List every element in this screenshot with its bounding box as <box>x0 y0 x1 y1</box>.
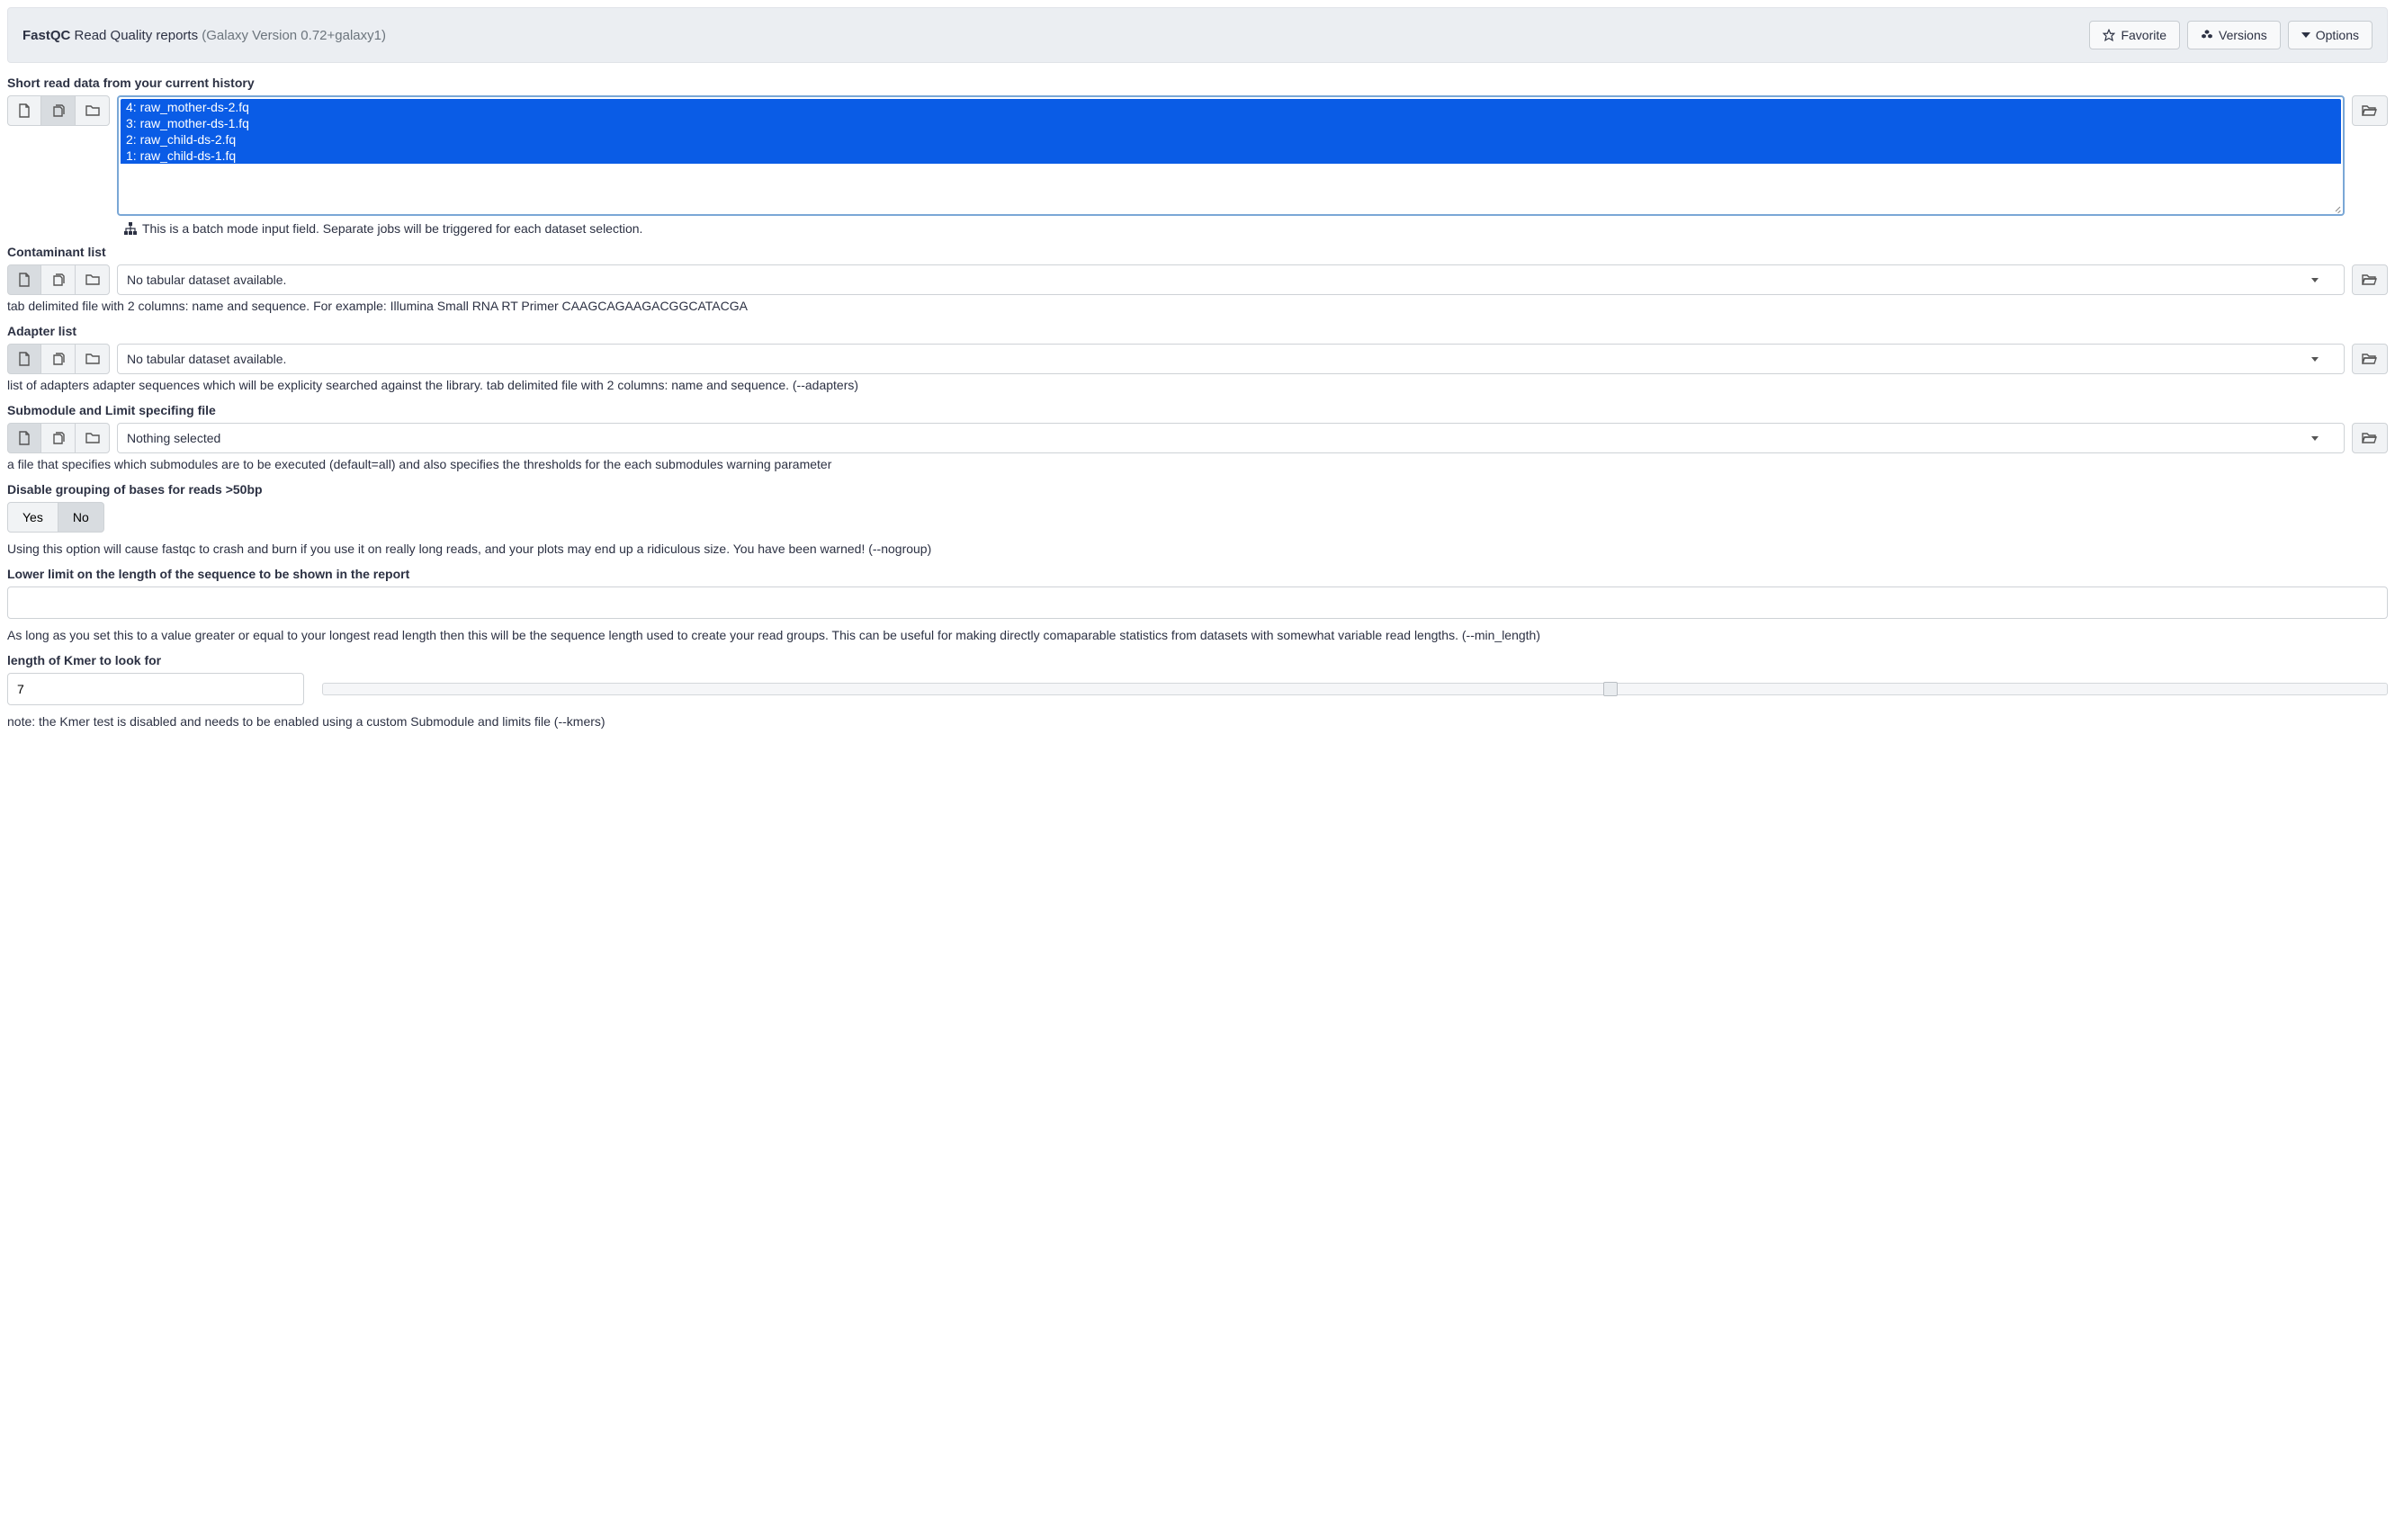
tool-title: FastQC Read Quality reports (Galaxy Vers… <box>22 28 386 43</box>
tool-version: (Galaxy Version 0.72+galaxy1) <box>202 28 386 43</box>
folder-open-icon <box>2362 104 2378 117</box>
submodule-source-toggle <box>7 423 110 453</box>
param-min-length: Lower limit on the length of the sequenc… <box>7 567 2388 642</box>
short-read-select[interactable]: 4: raw_mother-ds-2.fq3: raw_mother-ds-1.… <box>121 99 2341 212</box>
folder-icon <box>85 432 100 444</box>
kmer-slider[interactable] <box>322 683 2388 695</box>
batch-help-row: This is a batch mode input field. Separa… <box>124 221 2388 236</box>
param-adapter: Adapter list No tabular dataset availabl… <box>7 324 2388 392</box>
contaminant-select[interactable]: No tabular dataset available. <box>117 264 2345 295</box>
contaminant-value: No tabular dataset available. <box>127 273 286 287</box>
adapter-label: Adapter list <box>7 324 2388 338</box>
nogroup-toggle: Yes No <box>7 502 104 533</box>
kmer-label: length of Kmer to look for <box>7 653 2388 667</box>
caret-down-icon <box>2301 31 2310 40</box>
single-file-button[interactable] <box>7 95 41 126</box>
adapter-help: list of adapters adapter sequences which… <box>7 378 2388 392</box>
param-contaminant: Contaminant list No tabular dataset avai… <box>7 245 2388 313</box>
chevron-down-icon <box>2311 357 2319 362</box>
single-file-button[interactable] <box>7 344 41 374</box>
nogroup-label: Disable grouping of bases for reads >50b… <box>7 482 2388 497</box>
chevron-down-icon <box>2311 278 2319 282</box>
short-read-label: Short read data from your current histor… <box>7 76 2388 90</box>
batch-help-text: This is a batch mode input field. Separa… <box>142 221 642 236</box>
submodule-select[interactable]: Nothing selected <box>117 423 2345 453</box>
short-read-select-wrapper: 4: raw_mother-ds-2.fq3: raw_mother-ds-1.… <box>117 95 2345 216</box>
adapter-value: No tabular dataset available. <box>127 352 286 366</box>
min-length-input[interactable] <box>7 586 2388 619</box>
nogroup-help: Using this option will cause fastqc to c… <box>7 542 2388 556</box>
adapter-source-toggle <box>7 344 110 374</box>
folder-open-icon <box>2362 432 2378 444</box>
folder-icon <box>85 273 100 286</box>
tool-name: FastQC <box>22 28 70 43</box>
min-length-label: Lower limit on the length of the sequenc… <box>7 567 2388 581</box>
options-label: Options <box>2316 28 2359 42</box>
kmer-help: note: the Kmer test is disabled and need… <box>7 714 2388 729</box>
files-icon <box>51 352 66 366</box>
multi-file-button[interactable] <box>41 95 76 126</box>
star-icon <box>2103 29 2115 41</box>
tool-header: FastQC Read Quality reports (Galaxy Vers… <box>7 7 2388 63</box>
multi-file-button[interactable] <box>41 264 76 295</box>
min-length-help: As long as you set this to a value great… <box>7 628 2388 642</box>
header-buttons: Favorite Versions Options <box>2089 21 2373 49</box>
sitemap-icon <box>124 222 137 235</box>
tool-subtitle: Read Quality reports <box>75 28 199 43</box>
contaminant-label: Contaminant list <box>7 245 2388 259</box>
adapter-select[interactable]: No tabular dataset available. <box>117 344 2345 374</box>
submodule-value: Nothing selected <box>127 431 220 445</box>
input-source-toggle <box>7 95 110 216</box>
yes-button[interactable]: Yes <box>7 502 58 533</box>
collection-button[interactable] <box>76 423 110 453</box>
param-short-read: Short read data from your current histor… <box>7 76 2388 236</box>
chevron-down-icon <box>2311 436 2319 441</box>
contaminant-help: tab delimited file with 2 columns: name … <box>7 299 2388 313</box>
contaminant-source-toggle <box>7 264 110 295</box>
file-icon <box>18 273 31 287</box>
file-icon <box>18 352 31 366</box>
browse-button[interactable] <box>2352 344 2388 374</box>
files-icon <box>51 103 66 118</box>
kmer-input[interactable] <box>7 673 304 705</box>
file-icon <box>18 103 31 118</box>
dataset-option[interactable]: 1: raw_child-ds-1.fq <box>121 148 2341 164</box>
slider-thumb[interactable] <box>1603 682 1618 696</box>
browse-button[interactable] <box>2352 423 2388 453</box>
submodule-label: Submodule and Limit specifing file <box>7 403 2388 417</box>
param-nogroup: Disable grouping of bases for reads >50b… <box>7 482 2388 556</box>
dataset-option[interactable]: 2: raw_child-ds-2.fq <box>121 131 2341 148</box>
folder-icon <box>85 104 100 117</box>
slider-track <box>322 683 2388 695</box>
favorite-label: Favorite <box>2121 28 2166 42</box>
files-icon <box>51 431 66 445</box>
collection-button[interactable] <box>76 344 110 374</box>
dataset-option[interactable]: 4: raw_mother-ds-2.fq <box>121 99 2341 115</box>
file-icon <box>18 431 31 445</box>
submodule-help: a file that specifies which submodules a… <box>7 457 2388 471</box>
favorite-button[interactable]: Favorite <box>2089 21 2180 49</box>
cubes-icon <box>2201 29 2213 41</box>
files-icon <box>51 273 66 287</box>
versions-label: Versions <box>2219 28 2267 42</box>
collection-button[interactable] <box>76 264 110 295</box>
folder-open-icon <box>2362 273 2378 286</box>
param-submodule: Submodule and Limit specifing file Nothi… <box>7 403 2388 471</box>
single-file-button[interactable] <box>7 264 41 295</box>
folder-open-icon <box>2362 353 2378 365</box>
multi-file-button[interactable] <box>41 423 76 453</box>
param-kmer: length of Kmer to look for note: the Kme… <box>7 653 2388 729</box>
browse-button[interactable] <box>2352 95 2388 126</box>
single-file-button[interactable] <box>7 423 41 453</box>
folder-icon <box>85 353 100 365</box>
collection-button[interactable] <box>76 95 110 126</box>
dataset-option[interactable]: 3: raw_mother-ds-1.fq <box>121 115 2341 131</box>
browse-button[interactable] <box>2352 264 2388 295</box>
versions-button[interactable]: Versions <box>2187 21 2281 49</box>
options-button[interactable]: Options <box>2288 21 2373 49</box>
no-button[interactable]: No <box>58 502 104 533</box>
multi-file-button[interactable] <box>41 344 76 374</box>
